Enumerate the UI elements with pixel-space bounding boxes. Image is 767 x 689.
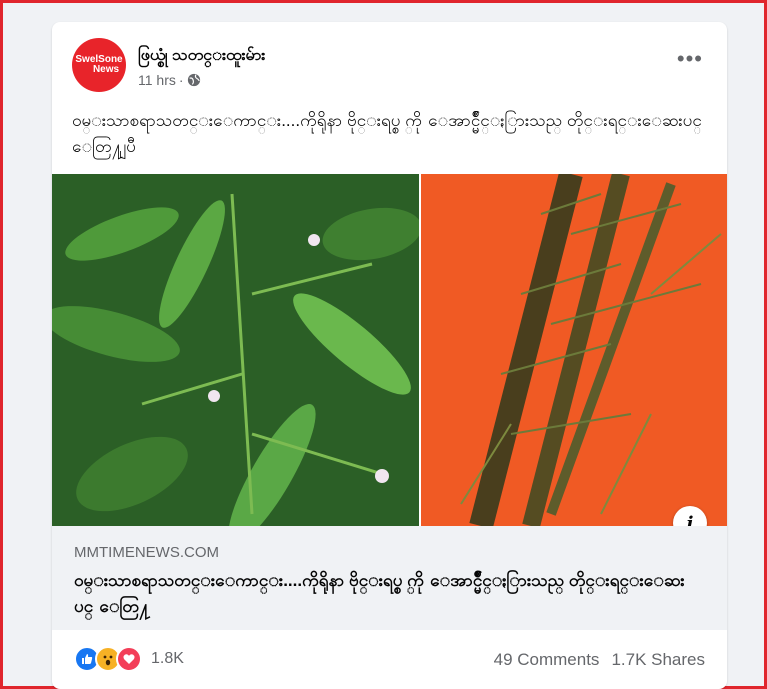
link-title[interactable]: ဝမ္းသာစရာသတင္းေကာင္း....ကိုရိုနာ ဗိုင္းရ… [74,568,694,620]
more-options-icon[interactable]: ••• [677,48,703,70]
love-icon [116,646,142,672]
shares-count[interactable]: 1.7K Shares [611,650,705,670]
globe-icon [187,73,201,87]
post-time[interactable]: 11 hrs [138,72,176,88]
dried-herb-photo-right [421,174,727,526]
reactions-summary[interactable]: 1.8K [74,646,184,672]
post-text: ဝမ္းသာစရာသတင္းေကာင္း....ကိုရိုနာ ဗိုင္းရ… [72,111,702,156]
plant-photo-left [52,174,419,526]
link-domain: MMTIMENEWS.COM [74,544,219,561]
post-meta: 11 hrs · [138,72,201,88]
reaction-count: 1.8K [151,650,184,667]
post-card: SwelSone News ဖြယ္စုံ သတင္းထူးမ်ား 11 hr… [52,22,727,689]
avatar-text-line2: News [92,64,120,75]
post-photo[interactable]: i [52,174,727,540]
link-preview[interactable]: MMTIMENEWS.COM ဝမ္းသာစရာသတင္းေကာင္း....က… [52,526,727,630]
comments-count[interactable]: 49 Comments [494,650,600,670]
engagement-stats: 49 Comments 1.7K Shares [494,650,705,670]
meta-separator: · [178,72,184,88]
page-avatar[interactable]: SwelSone News [72,38,126,92]
page-name[interactable]: ဖြယ္စုံ သတင္းထူးမ်ား [138,44,265,68]
